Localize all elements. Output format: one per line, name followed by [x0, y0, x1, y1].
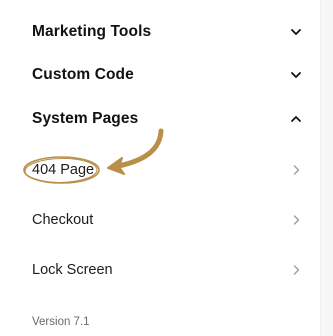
chevron-right-icon — [290, 164, 302, 176]
section-custom-code[interactable]: Custom Code — [32, 63, 302, 87]
scrollbar-track[interactable] — [320, 0, 333, 336]
settings-panel: Marketing Tools Custom Code System Pages… — [0, 0, 320, 336]
sub-item-label: 404 Page — [32, 162, 95, 178]
chevron-up-icon — [290, 113, 302, 125]
system-page-404[interactable]: 404 Page — [32, 158, 302, 182]
system-page-lock-screen[interactable]: Lock Screen — [32, 258, 302, 282]
section-label: Marketing Tools — [32, 23, 152, 40]
section-marketing-tools[interactable]: Marketing Tools — [32, 20, 302, 44]
sub-item-label: Lock Screen — [32, 262, 113, 278]
section-system-pages[interactable]: System Pages — [32, 107, 302, 131]
chevron-down-icon — [290, 26, 302, 38]
version-label: Version 7.1 — [32, 316, 90, 328]
section-label: System Pages — [32, 110, 139, 127]
system-page-checkout[interactable]: Checkout — [32, 208, 302, 232]
section-label: Custom Code — [32, 66, 134, 83]
chevron-down-icon — [290, 69, 302, 81]
chevron-right-icon — [290, 214, 302, 226]
chevron-right-icon — [290, 264, 302, 276]
sub-item-label: Checkout — [32, 212, 94, 228]
